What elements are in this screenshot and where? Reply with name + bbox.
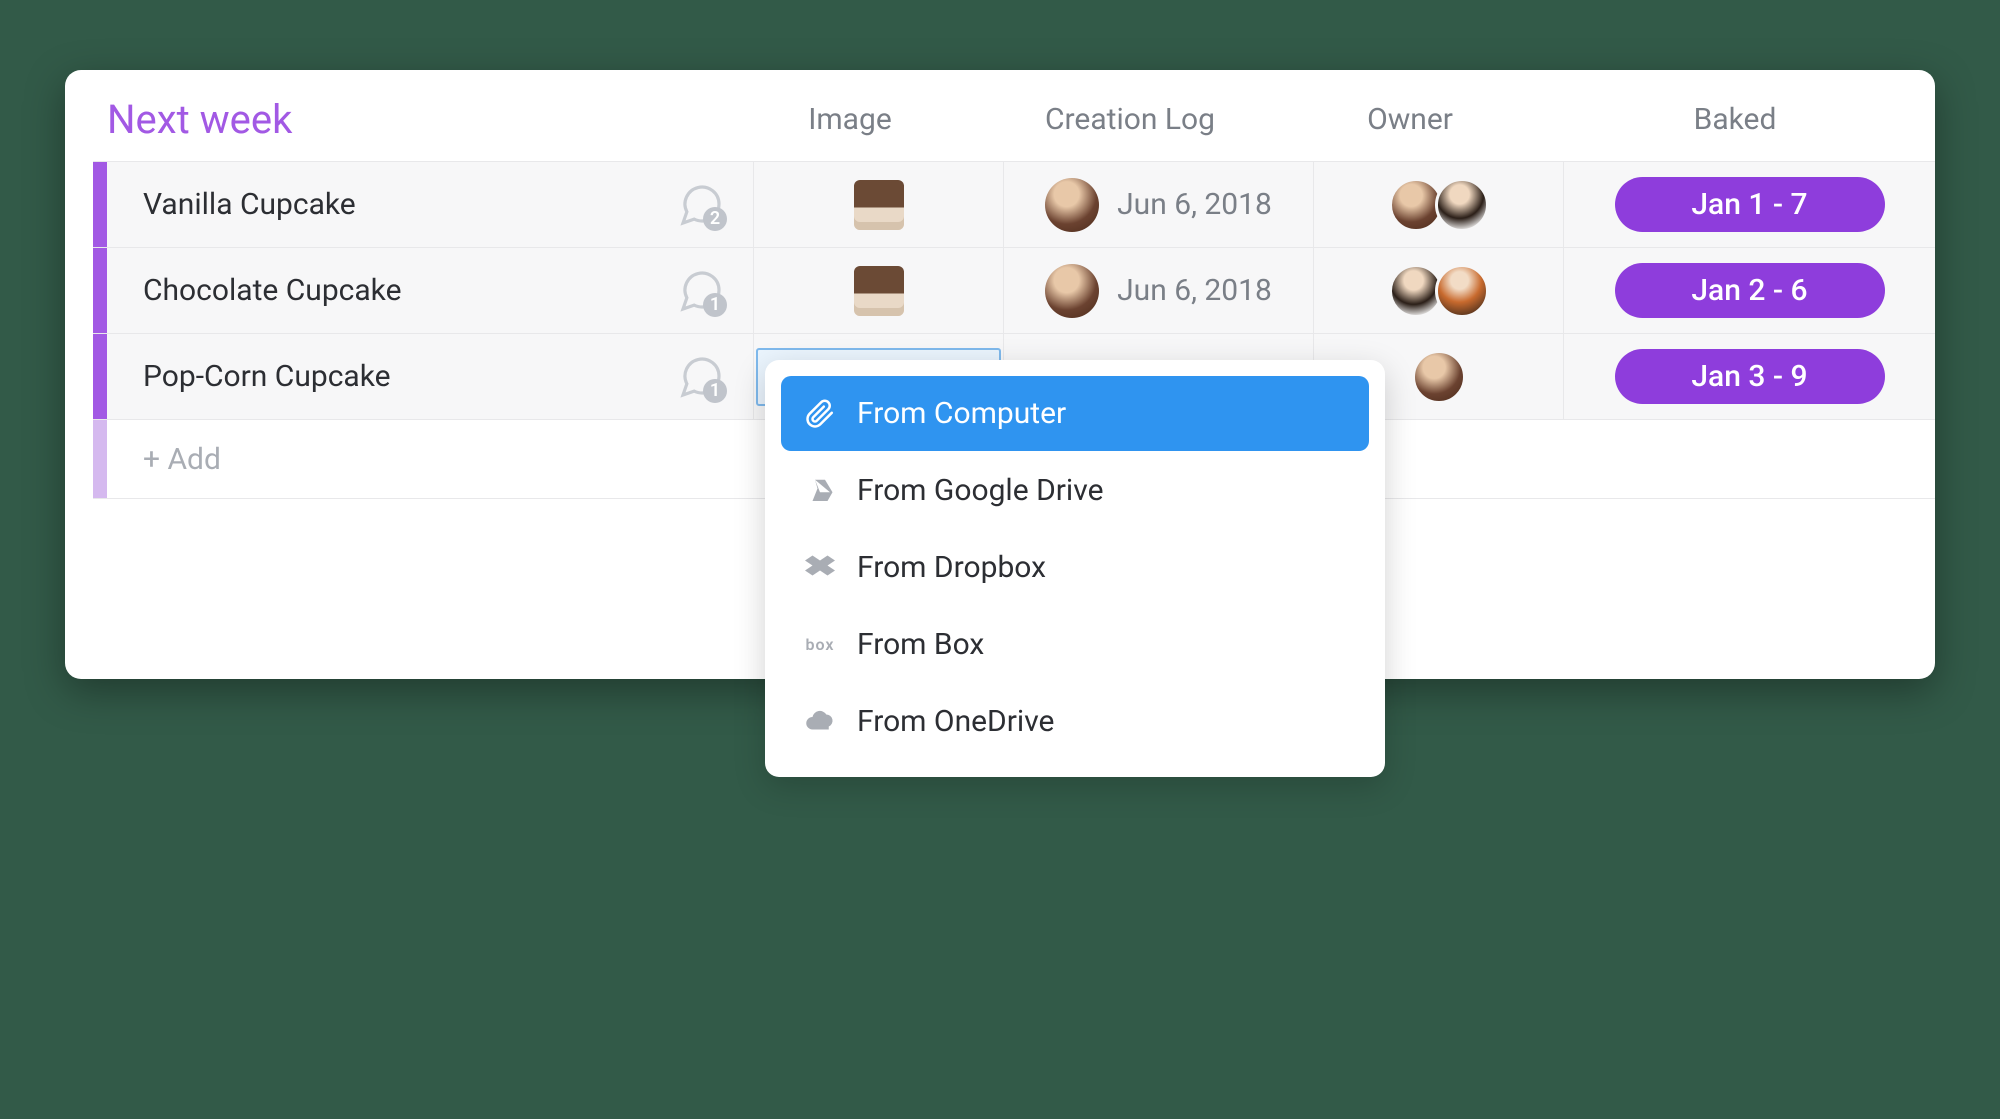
upload-source-menu: From Computer From Google Drive From Dro…	[765, 360, 1385, 777]
menu-item-label: From Google Drive	[857, 473, 1103, 508]
image-cell[interactable]	[753, 162, 1003, 247]
creation-date: Jun 6, 2018	[1117, 187, 1272, 222]
avatar	[1045, 178, 1099, 232]
comments-count: 1	[703, 379, 727, 403]
row-stripe	[93, 248, 107, 333]
cupcake-thumbnail-icon	[854, 180, 904, 230]
image-cell[interactable]	[753, 248, 1003, 333]
box-icon: box	[803, 628, 837, 662]
paperclip-icon	[803, 397, 837, 431]
item-name: Pop-Corn Cupcake	[143, 359, 391, 394]
group-title[interactable]: Next week	[65, 96, 725, 143]
comments-icon[interactable]: 2	[677, 181, 725, 229]
creation-log-cell[interactable]: Jun 6, 2018	[1003, 162, 1313, 247]
menu-item-from-dropbox[interactable]: From Dropbox	[781, 530, 1369, 605]
row-stripe	[93, 334, 107, 419]
table-row[interactable]: Vanilla Cupcake 2 Jun 6, 2018 Jan 1 - 7	[93, 161, 1935, 247]
board-panel: Next week Image Creation Log Owner Baked…	[65, 70, 1935, 679]
creation-date: Jun 6, 2018	[1117, 273, 1272, 308]
owner-cell[interactable]	[1313, 162, 1563, 247]
baked-pill: Jan 1 - 7	[1615, 177, 1885, 232]
menu-item-label: From Box	[857, 627, 984, 662]
row-stripe	[93, 162, 107, 247]
menu-item-from-google-drive[interactable]: From Google Drive	[781, 453, 1369, 528]
baked-pill: Jan 3 - 9	[1615, 349, 1885, 404]
item-name: Chocolate Cupcake	[143, 273, 402, 308]
comments-count: 2	[703, 207, 727, 231]
google-drive-icon	[803, 474, 837, 508]
creation-log-cell[interactable]: Jun 6, 2018	[1003, 248, 1313, 333]
cupcake-thumbnail-icon	[854, 266, 904, 316]
comments-icon[interactable]: 1	[677, 267, 725, 315]
column-header-baked[interactable]: Baked	[1535, 102, 1935, 137]
menu-item-from-computer[interactable]: From Computer	[781, 376, 1369, 451]
group-header: Next week Image Creation Log Owner Baked	[65, 88, 1935, 155]
avatar	[1412, 350, 1466, 404]
baked-pill: Jan 2 - 6	[1615, 263, 1885, 318]
menu-item-label: From Dropbox	[857, 550, 1046, 585]
column-header-image[interactable]: Image	[725, 102, 975, 137]
avatar	[1435, 178, 1489, 232]
column-header-owner[interactable]: Owner	[1285, 102, 1535, 137]
owner-cell[interactable]	[1313, 248, 1563, 333]
baked-cell[interactable]: Jan 1 - 7	[1563, 162, 1935, 247]
menu-item-from-onedrive[interactable]: From OneDrive	[781, 684, 1369, 759]
dropbox-icon	[803, 551, 837, 585]
comments-icon[interactable]: 1	[677, 353, 725, 401]
item-name: Vanilla Cupcake	[143, 187, 356, 222]
onedrive-icon	[803, 705, 837, 739]
comments-count: 1	[703, 293, 727, 317]
menu-item-label: From Computer	[857, 396, 1066, 431]
menu-item-from-box[interactable]: box From Box	[781, 607, 1369, 682]
baked-cell[interactable]: Jan 2 - 6	[1563, 248, 1935, 333]
menu-item-label: From OneDrive	[857, 704, 1054, 739]
row-stripe	[93, 420, 107, 498]
table-row[interactable]: Chocolate Cupcake 1 Jun 6, 2018 Jan 2 - …	[93, 247, 1935, 333]
avatar	[1045, 264, 1099, 318]
column-header-creation-log[interactable]: Creation Log	[975, 102, 1285, 137]
avatar	[1435, 264, 1489, 318]
baked-cell[interactable]: Jan 3 - 9	[1563, 334, 1935, 419]
